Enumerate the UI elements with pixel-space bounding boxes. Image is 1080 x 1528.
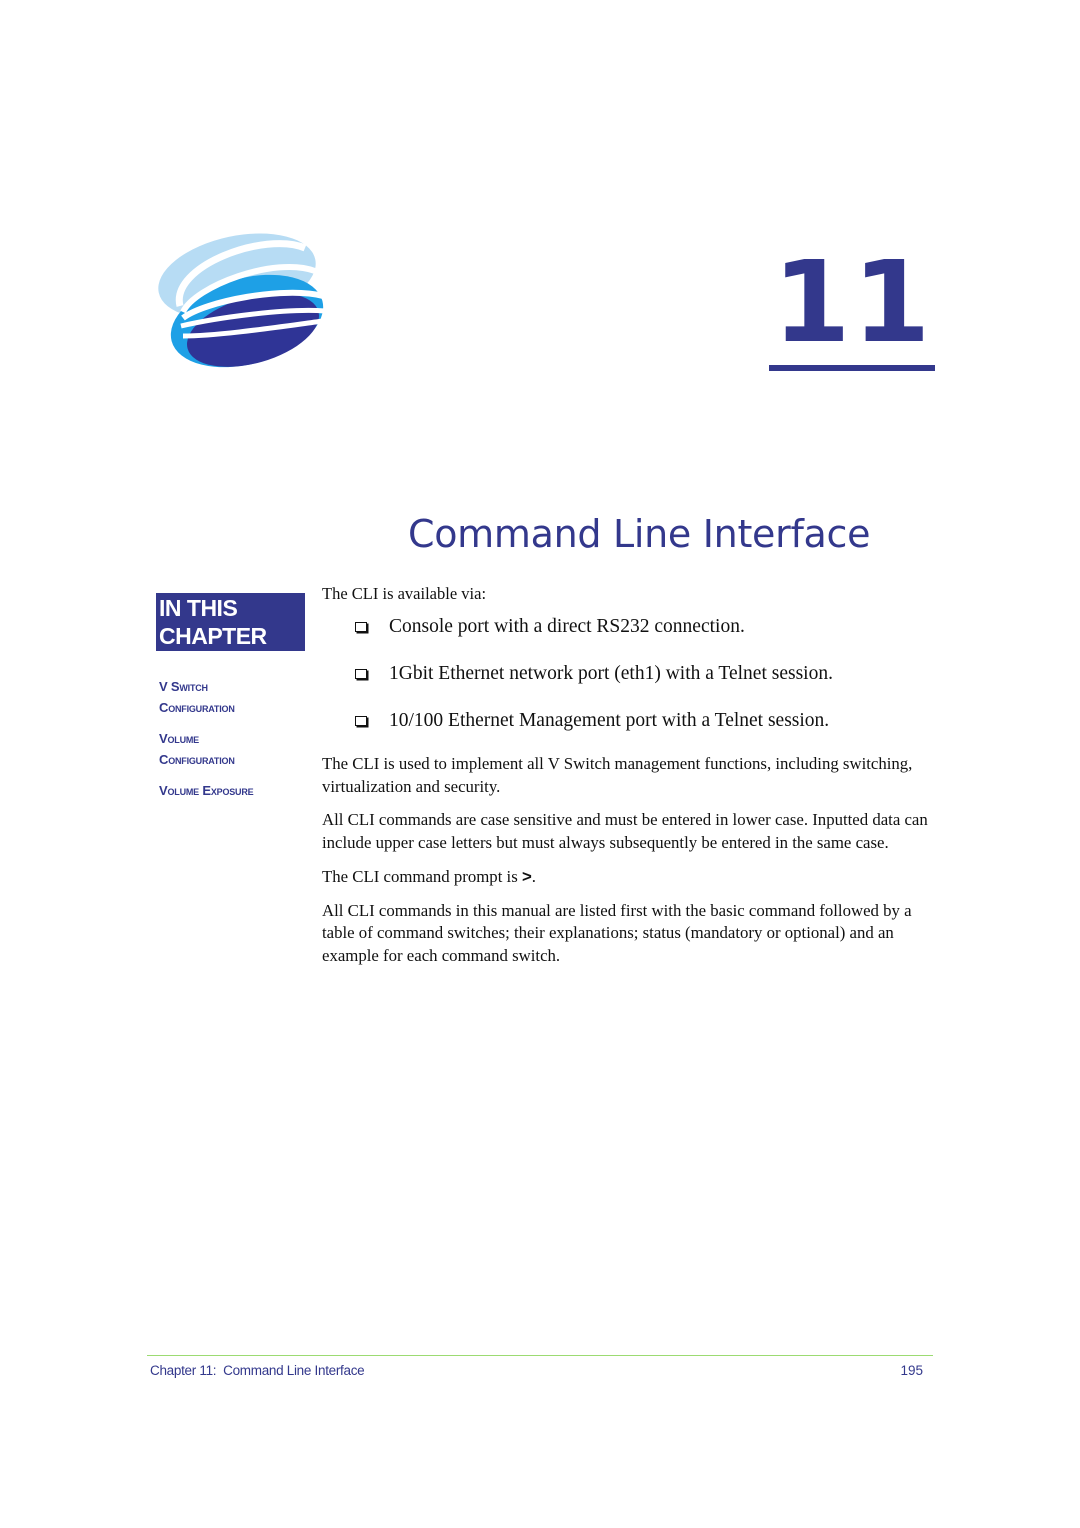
toc-link-line1: V Switch — [159, 679, 208, 694]
list-item: 10/100 Ethernet Management port with a T… — [322, 709, 932, 733]
toc-link-volume-exposure[interactable]: Volume Exposure — [159, 780, 309, 801]
list-item-text: 1Gbit Ethernet network port (eth1) with … — [389, 663, 833, 684]
in-this-chapter-heading: IN THIS CHAPTER — [156, 593, 305, 651]
toc-link-volume-configuration[interactable]: Volume Configuration — [159, 728, 309, 770]
prompt-symbol: > — [521, 866, 532, 886]
chapter-number: 11 — [772, 238, 933, 368]
footer-divider — [147, 1355, 933, 1356]
paragraph-case-sensitivity: All CLI commands are case sensitive and … — [322, 810, 928, 853]
checkbox-bullet-icon — [355, 716, 367, 726]
paragraph-prompt: The CLI command prompt is >. — [322, 866, 932, 889]
paragraph-functions: The CLI is used to implement all V Switc… — [322, 754, 913, 796]
toc-link-line2: Configuration — [159, 700, 235, 715]
chapter-number-underline — [769, 365, 935, 371]
intro-text: The CLI is available via: — [322, 584, 487, 603]
in-this-chapter-line2: CHAPTER — [159, 623, 267, 649]
prompt-suffix: . — [531, 866, 536, 886]
list-item: Console port with a direct RS232 connect… — [322, 615, 932, 639]
logo-swoosh-icon — [158, 233, 326, 368]
toc-link-v-switch-configuration[interactable]: V Switch Configuration — [159, 676, 309, 718]
paragraph-manual-format: All CLI commands in this manual are list… — [322, 900, 912, 965]
list-item: 1Gbit Ethernet network port (eth1) with … — [322, 662, 932, 686]
document-page: 11 Command Line Interface IN THIS CHAPTE… — [0, 0, 1080, 1528]
chapter-title: Command Line Interface — [408, 512, 871, 556]
toc-link-line1: Volume — [159, 731, 199, 746]
in-this-chapter-line1: IN THIS — [159, 595, 238, 621]
chapter-contents-list: V Switch Configuration Volume Configurat… — [159, 676, 309, 811]
list-item-text: 10/100 Ethernet Management port with a T… — [389, 710, 830, 731]
footer-chapter-label: Chapter 11: Command Line Interface — [150, 1363, 365, 1378]
checkbox-bullet-icon — [355, 669, 367, 679]
list-item-text: Console port with a direct RS232 connect… — [389, 616, 745, 637]
company-logo — [158, 233, 326, 368]
access-methods-list: Console port with a direct RS232 connect… — [322, 615, 932, 733]
toc-link-line1: Volume Exposure — [159, 783, 254, 798]
prompt-prefix: The CLI command prompt is — [322, 866, 522, 886]
chapter-body: The CLI is available via: Console port w… — [322, 583, 932, 979]
toc-link-line2: Configuration — [159, 752, 235, 767]
checkbox-bullet-icon — [355, 622, 367, 632]
footer-page-number: 195 — [900, 1363, 923, 1378]
